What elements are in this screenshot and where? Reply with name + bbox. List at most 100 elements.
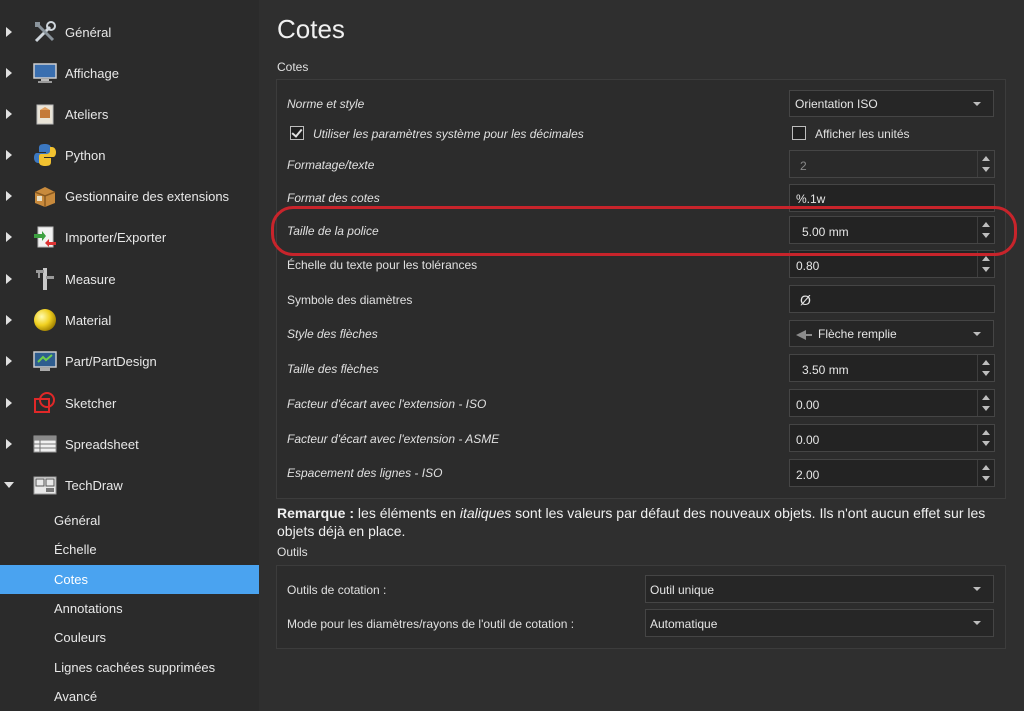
ecart-asme-label: Facteur d'écart avec l'extension - ASME: [287, 432, 500, 446]
sidebar-item-label: Python: [65, 147, 106, 163]
check-icon: [291, 126, 303, 138]
sidebar-subitem-label: Avancé: [54, 689, 98, 704]
sidebar-item-general[interactable]: Général: [0, 12, 259, 52]
chevron-down-icon: [973, 332, 981, 336]
sidebar-item-techdraw[interactable]: TechDraw: [0, 465, 259, 505]
chevron-down-icon: [973, 587, 981, 591]
ecart-asme-value: 0.00: [796, 433, 820, 447]
sidebar-item-measure[interactable]: Measure: [0, 259, 259, 299]
norme-style-select[interactable]: Orientation ISO: [789, 90, 994, 117]
style-fleches-select[interactable]: Flèche remplie: [789, 320, 994, 347]
sidebar-item-affichage[interactable]: Affichage: [0, 53, 259, 93]
sidebar-subitem-avance[interactable]: Avancé: [0, 682, 259, 711]
spin-buttons[interactable]: [977, 151, 994, 177]
echelle-texte-value: 0.80: [796, 259, 820, 273]
sidebar-item-label: Affichage: [65, 65, 119, 81]
mode-diametres-select[interactable]: Automatique: [645, 609, 994, 637]
expand-arrow-icon[interactable]: [6, 109, 12, 119]
expand-arrow-icon[interactable]: [6, 27, 12, 37]
remark-text: Remarque : les éléments en italiques son…: [277, 504, 1002, 540]
sidebar-subitem-annotations[interactable]: Annotations: [0, 594, 259, 623]
mode-diametres-value: Automatique: [650, 617, 718, 631]
expand-arrow-icon[interactable]: [6, 191, 12, 201]
preferences-sidebar: Général Affichage Ateliers Python Gestio…: [0, 0, 259, 711]
workbench-icon: [32, 101, 58, 127]
sidebar-subitem-couleurs[interactable]: Couleurs: [0, 623, 259, 652]
remark-bold: Remarque :: [277, 505, 355, 521]
sidebar-item-label: Ateliers: [65, 106, 109, 122]
sidebar-item-label: Importer/Exporter: [65, 229, 167, 245]
style-fleches-value: Flèche remplie: [818, 327, 897, 341]
use-system-decimals-checkbox[interactable]: [290, 126, 304, 140]
espacement-lignes-spinbox[interactable]: 2.00: [789, 459, 995, 487]
highlight-annotation: [271, 206, 1017, 256]
sidebar-subitem-label: Échelle: [54, 542, 97, 557]
ecart-iso-value: 0.00: [796, 398, 820, 412]
spin-buttons[interactable]: [977, 390, 994, 416]
sidebar-subitem-general[interactable]: Général: [0, 506, 259, 535]
sidebar-item-gestionnaire-extensions[interactable]: Gestionnaire des extensions: [0, 176, 259, 216]
sidebar-item-label: Sketcher: [65, 395, 117, 411]
outils-cotation-label: Outils de cotation :: [287, 583, 387, 597]
caliper-icon: [32, 266, 58, 292]
sidebar-subitem-label: Général: [54, 513, 101, 528]
norme-style-label: Norme et style: [287, 97, 365, 111]
sidebar-subitem-lignes-cachees[interactable]: Lignes cachées supprimées: [0, 653, 259, 682]
format-cotes-value: %.1w: [796, 192, 826, 206]
sidebar-subitem-label: Annotations: [54, 601, 123, 616]
expand-arrow-icon[interactable]: [6, 315, 12, 325]
sidebar-item-label: Spreadsheet: [65, 436, 139, 452]
material-sphere-icon: [32, 307, 58, 333]
sidebar-subitem-label: Couleurs: [54, 630, 107, 645]
espacement-lignes-label: Espacement des lignes - ISO: [287, 466, 443, 480]
sidebar-item-label: Part/PartDesign: [65, 353, 157, 369]
spin-buttons[interactable]: [977, 355, 994, 381]
expand-arrow-icon[interactable]: [6, 150, 12, 160]
page-title: Cotes: [277, 14, 345, 44]
outils-cotation-select[interactable]: Outil unique: [645, 575, 994, 603]
outils-cotation-value: Outil unique: [650, 583, 715, 597]
chevron-down-icon: [973, 102, 981, 106]
sidebar-item-importer-exporter[interactable]: Importer/Exporter: [0, 217, 259, 257]
spreadsheet-icon: [32, 431, 58, 457]
spin-buttons[interactable]: [977, 460, 994, 486]
sidebar-item-spreadsheet[interactable]: Spreadsheet: [0, 424, 259, 464]
expand-arrow-icon[interactable]: [6, 439, 12, 449]
sidebar-item-ateliers[interactable]: Ateliers: [0, 94, 259, 134]
sidebar-item-label: Material: [65, 312, 112, 328]
addon-manager-icon: [32, 183, 58, 209]
sidebar-subitem-cotes[interactable]: Cotes: [0, 565, 259, 594]
taille-fleches-label: Taille des flèches: [287, 362, 379, 376]
spin-buttons[interactable]: [977, 425, 994, 451]
format-cotes-label: Format des cotes: [287, 191, 380, 205]
sidebar-item-label: Measure: [65, 271, 116, 287]
ecart-asme-spinbox[interactable]: 0.00: [789, 424, 995, 452]
sidebar-item-part-partdesign[interactable]: Part/PartDesign: [0, 341, 259, 381]
sidebar-item-python[interactable]: Python: [0, 135, 259, 175]
mode-diametres-label: Mode pour les diamètres/rayons de l'outi…: [287, 617, 575, 631]
import-export-icon: [32, 224, 58, 250]
part-design-icon: [32, 348, 58, 374]
expand-arrow-icon[interactable]: [6, 68, 12, 78]
outils-group-title: Outils: [277, 545, 308, 559]
expand-arrow-icon[interactable]: [6, 356, 12, 366]
expand-arrow-icon[interactable]: [6, 398, 12, 408]
expand-arrow-icon[interactable]: [6, 274, 12, 284]
symbole-diametres-label: Symbole des diamètres: [287, 293, 413, 307]
sidebar-subitem-label: Cotes: [54, 572, 88, 587]
expand-arrow-icon[interactable]: [6, 232, 12, 242]
show-units-checkbox[interactable]: [792, 126, 806, 140]
sidebar-subitem-echelle[interactable]: Échelle: [0, 535, 259, 564]
collapse-arrow-icon[interactable]: [4, 482, 14, 488]
ecart-iso-spinbox[interactable]: 0.00: [789, 389, 995, 417]
taille-fleches-spinbox[interactable]: 3.50 mm: [789, 354, 995, 382]
sidebar-item-material[interactable]: Material: [0, 300, 259, 340]
formatage-spinbox[interactable]: 2: [789, 150, 995, 178]
ecart-iso-label: Facteur d'écart avec l'extension - ISO: [287, 397, 487, 411]
sidebar-item-sketcher[interactable]: Sketcher: [0, 383, 259, 423]
echelle-texte-label: Échelle du texte pour les tolérances: [287, 258, 478, 272]
symbole-diametres-input[interactable]: Ø: [789, 285, 995, 313]
use-system-decimals-label: Utiliser les paramètres système pour les…: [313, 127, 584, 141]
remark-italic: italiques: [459, 505, 512, 521]
tools-icon: [32, 19, 58, 45]
